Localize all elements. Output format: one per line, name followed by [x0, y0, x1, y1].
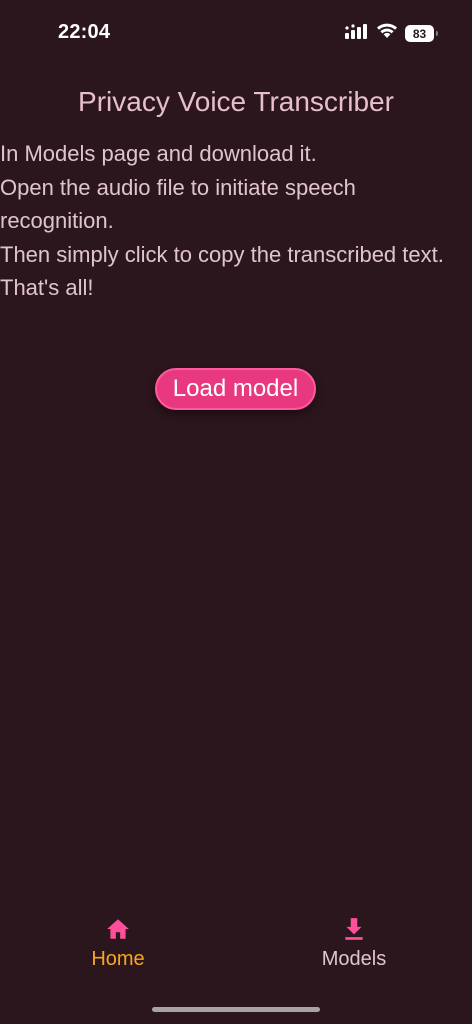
download-icon [341, 916, 367, 942]
status-bar: 22:04 83 [0, 0, 472, 68]
nav-item-models[interactable]: Models [284, 908, 424, 971]
bottom-nav: Home Models [0, 908, 472, 978]
status-icons: 83 [345, 23, 438, 44]
nav-item-home[interactable]: Home [48, 908, 188, 971]
instructions: In Models page and download it. Open the… [0, 137, 470, 305]
instruction-line: Then simply click to copy the transcribe… [0, 241, 444, 267]
wifi-icon [376, 23, 398, 44]
load-model-button[interactable]: Load model [155, 368, 316, 410]
home-icon [105, 916, 131, 942]
page-title: Privacy Voice Transcriber [78, 86, 394, 117]
nav-label-models: Models [321, 948, 387, 970]
battery-icon: 83 [405, 25, 438, 42]
battery-level: 83 [412, 26, 427, 41]
cellular-signal-icon [345, 23, 369, 44]
home-indicator[interactable] [152, 1007, 320, 1012]
nav-label-home: Home [91, 948, 145, 970]
instruction-line: Open the audio file to initiate speech r… [0, 174, 356, 234]
instruction-line: That's all! [0, 275, 94, 301]
instruction-line: In Models page and download it. [0, 141, 317, 166]
status-time: 22:04 [58, 21, 111, 43]
